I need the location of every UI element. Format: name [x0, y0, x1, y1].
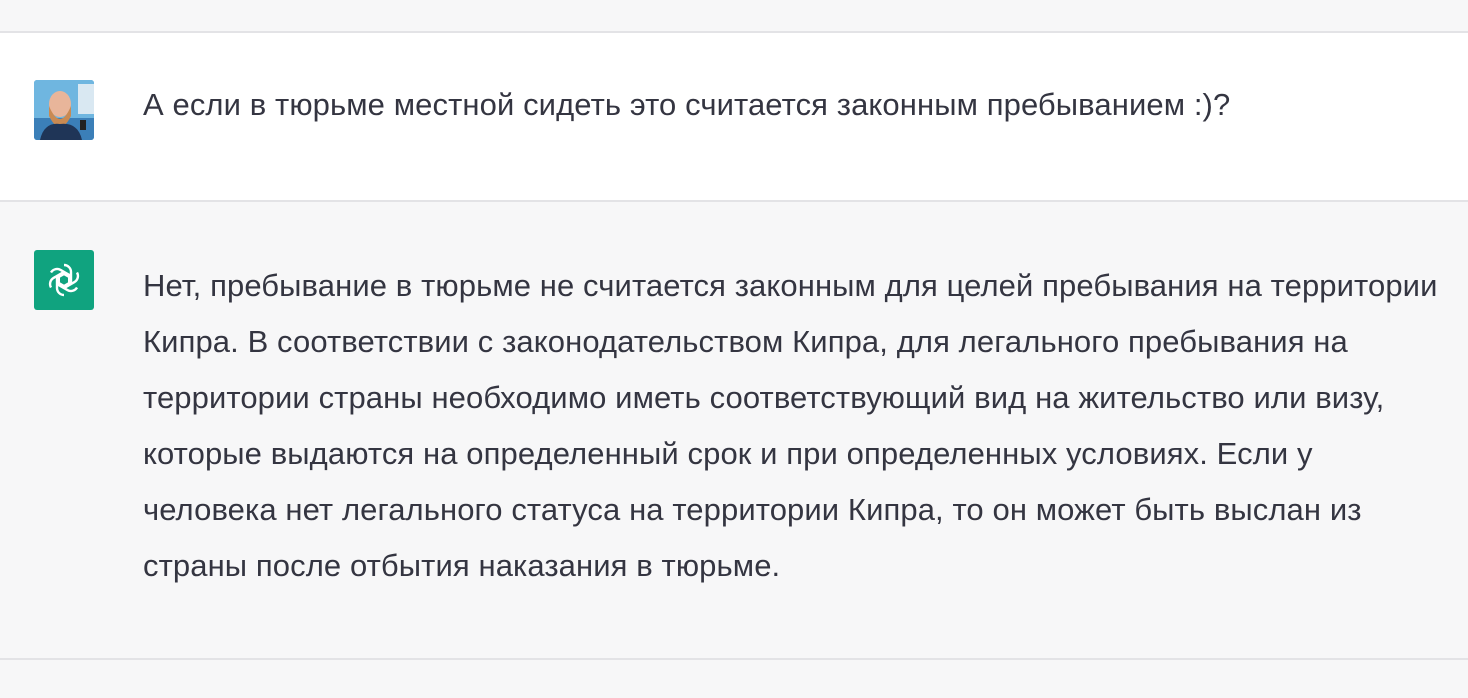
next-message-strip — [0, 660, 1468, 698]
openai-logo-icon — [48, 263, 80, 297]
assistant-message-text: Нет, пребывание в тюрьме не считается за… — [143, 268, 1438, 583]
previous-message-strip — [0, 0, 1468, 33]
user-message-row: А если в тюрьме местной сидеть это счита… — [0, 33, 1468, 202]
user-message-text: А если в тюрьме местной сидеть это счита… — [143, 87, 1231, 122]
user-avatar — [34, 80, 94, 140]
user-photo-avatar-icon — [34, 80, 94, 140]
assistant-message-row: Нет, пребывание в тюрьме не считается за… — [0, 202, 1468, 660]
assistant-avatar — [34, 250, 94, 310]
